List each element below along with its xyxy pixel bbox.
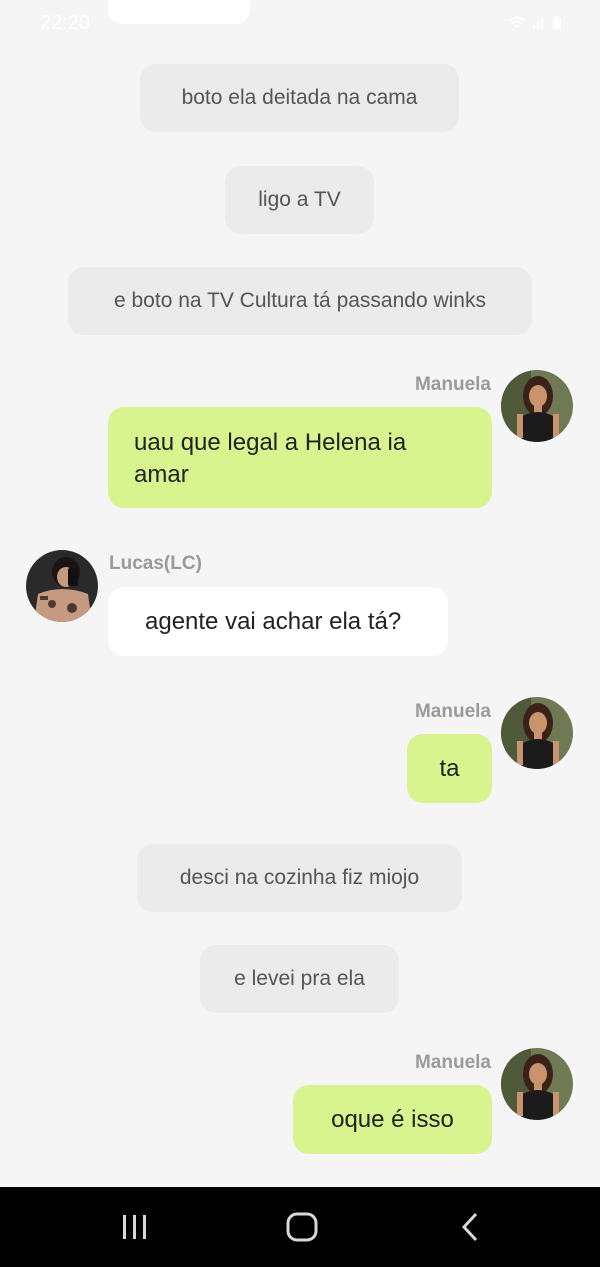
message-bubble-own[interactable]: oque é isso	[293, 1085, 492, 1154]
message-bubble-other[interactable]: agente vai achar ela tá?	[108, 587, 448, 656]
status-time: 22:20	[40, 12, 91, 34]
chat-screen: 22:20 boto ela deitada na cama ligo a TV…	[0, 0, 600, 1267]
previous-message-bubble	[108, 0, 250, 24]
manuela-avatar-image	[501, 1048, 573, 1120]
back-icon	[461, 1212, 478, 1242]
avatar[interactable]	[501, 697, 573, 769]
status-icons	[508, 16, 562, 30]
narration-bubble: boto ela deitada na cama	[140, 64, 459, 132]
avatar[interactable]	[501, 370, 573, 442]
message-bubble-own[interactable]: ta	[407, 734, 492, 803]
wifi-icon	[508, 16, 526, 30]
battery-icon	[552, 16, 562, 30]
avatar[interactable]	[501, 1048, 573, 1120]
status-bar: 22:20	[0, 0, 600, 50]
lucas-avatar-image	[26, 550, 98, 622]
narration-bubble: desci na cozinha fiz miojo	[137, 844, 462, 912]
recent-apps-icon	[123, 1215, 146, 1239]
manuela-avatar-image	[501, 697, 573, 769]
avatar[interactable]	[26, 550, 98, 622]
back-button[interactable]	[440, 1207, 500, 1247]
sender-name: Manuela	[414, 1052, 491, 1073]
recent-apps-button[interactable]	[105, 1207, 165, 1247]
navigation-bar	[0, 1187, 600, 1267]
narration-bubble: e boto na TV Cultura tá passando winks	[68, 267, 532, 335]
signal-icon	[532, 16, 546, 30]
sender-name: Manuela	[414, 701, 491, 722]
message-bubble-own[interactable]: uau que legal a Helena ia amar	[108, 407, 492, 508]
home-icon	[286, 1212, 318, 1242]
sender-name: Lucas(LC)	[109, 553, 202, 574]
narration-bubble: ligo a TV	[225, 166, 374, 234]
home-button[interactable]	[272, 1207, 332, 1247]
sender-name: Manuela	[414, 374, 491, 395]
narration-bubble: e levei pra ela	[200, 945, 399, 1013]
manuela-avatar-image	[501, 370, 573, 442]
